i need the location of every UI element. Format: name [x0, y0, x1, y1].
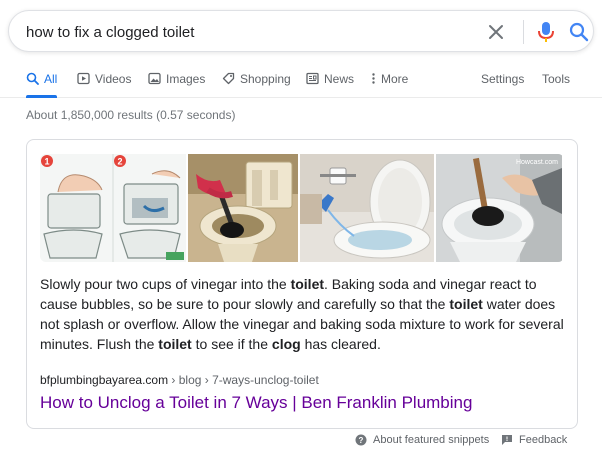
- feedback-link[interactable]: Feedback: [501, 432, 567, 448]
- snippet-text-segment: to see if the: [191, 336, 272, 352]
- source-domain: bfplumbingbayarea.com: [40, 373, 169, 387]
- svg-text:?: ?: [359, 436, 364, 445]
- result-stats: About 1,850,000 results (0.57 seconds): [26, 108, 236, 122]
- search-bar: [8, 10, 594, 52]
- close-icon: [489, 25, 503, 39]
- image-icon: [148, 72, 161, 85]
- result-title-link[interactable]: How to Unclog a Toilet in 7 Ways | Ben F…: [40, 393, 472, 413]
- settings-link[interactable]: Settings: [481, 60, 524, 97]
- snippet-image-strip: 1 2 Howcast.com: [40, 154, 564, 262]
- tools-label: Tools: [542, 71, 571, 86]
- microphone-icon: [538, 22, 554, 42]
- snippet-bold-term: toilet: [158, 336, 192, 352]
- snippet-text: Slowly pour two cups of vinegar into the…: [40, 274, 570, 354]
- snippet-text-segment: Slowly pour two cups of vinegar into the: [40, 276, 291, 292]
- tab-label: Images: [166, 71, 206, 86]
- tab-label: All: [44, 71, 58, 86]
- feedback-icon: [502, 435, 512, 445]
- image-watermark: Howcast.com: [516, 159, 558, 166]
- tab-images[interactable]: Images: [148, 60, 205, 97]
- tab-all[interactable]: All: [26, 60, 58, 98]
- about-featured-snippets-link[interactable]: ? About featured snippets: [355, 432, 489, 448]
- search-icon: [26, 72, 39, 85]
- step-badge-number: 2: [117, 157, 122, 167]
- search-input[interactable]: [26, 22, 456, 42]
- tab-videos[interactable]: Videos: [77, 60, 131, 97]
- tab-label: Videos: [95, 71, 132, 86]
- tag-icon: [222, 72, 235, 85]
- snippet-bold-term: toilet: [449, 296, 483, 312]
- step-badge-number: 1: [44, 157, 49, 167]
- vertical-dots-icon: [372, 73, 375, 84]
- voice-search-button[interactable]: [535, 20, 557, 44]
- snippet-image-plunger[interactable]: Howcast.com: [436, 154, 562, 262]
- featured-snippet: 1 2 Howcast.com Slowly pour two cups of …: [26, 139, 578, 429]
- snippet-bold-term: clog: [271, 336, 301, 352]
- source-path: › blog › 7-ways-unclog-toilet: [168, 373, 319, 387]
- snippet-image-plunger-toilet[interactable]: [188, 154, 298, 262]
- help-icon: ?: [355, 434, 367, 446]
- tab-label: Shopping: [240, 71, 291, 86]
- snippet-text-segment: has cleared.: [300, 336, 381, 352]
- settings-label: Settings: [481, 71, 525, 86]
- tab-label: News: [324, 71, 355, 86]
- source-citation: bfplumbingbayarea.com › blog › 7-ways-un…: [40, 373, 319, 387]
- search-tabs: All Videos Images Shopping News More Set…: [0, 60, 602, 98]
- newspaper-icon: [306, 72, 319, 85]
- search-button[interactable]: [567, 20, 591, 44]
- clear-search-button[interactable]: [485, 21, 507, 43]
- tab-more[interactable]: More: [371, 60, 408, 97]
- snippet-bold-term: toilet: [290, 276, 325, 292]
- tab-news[interactable]: News: [306, 60, 354, 97]
- feedback-label: Feedback: [519, 434, 568, 446]
- about-featured-snippets-label: About featured snippets: [373, 434, 490, 446]
- tab-shopping[interactable]: Shopping: [222, 60, 291, 97]
- divider: [523, 20, 524, 44]
- search-icon: [569, 22, 589, 42]
- snippet-image-illustration[interactable]: 1 2: [40, 154, 186, 262]
- tools-link[interactable]: Tools: [542, 60, 570, 97]
- play-icon: [77, 72, 90, 85]
- snippet-image-pouring-vinegar[interactable]: [300, 154, 434, 262]
- tab-label: More: [381, 71, 409, 86]
